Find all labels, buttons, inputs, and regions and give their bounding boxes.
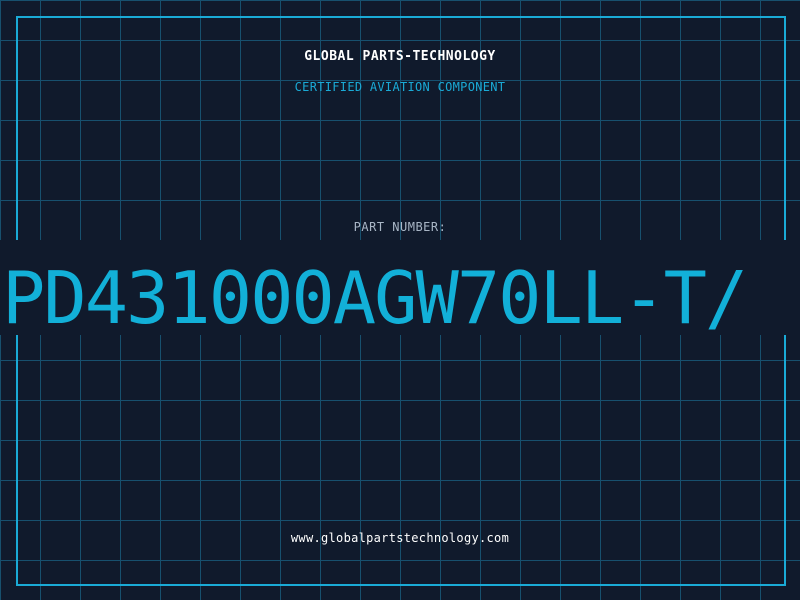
company-name: GLOBAL PARTS-TECHNOLOGY [304,49,496,64]
part-number-band: PD431000AGW70LL-T/ [0,240,800,335]
website-url: www.globalpartstechnology.com [290,531,510,545]
part-number: PD431000AGW70LL-T/ [2,256,748,335]
certificate-canvas: GLOBAL PARTS-TECHNOLOGY CERTIFIED AVIATI… [0,0,800,600]
part-number-label: PART NUMBER: [353,220,447,234]
tagline: CERTIFIED AVIATION COMPONENT [294,80,506,94]
